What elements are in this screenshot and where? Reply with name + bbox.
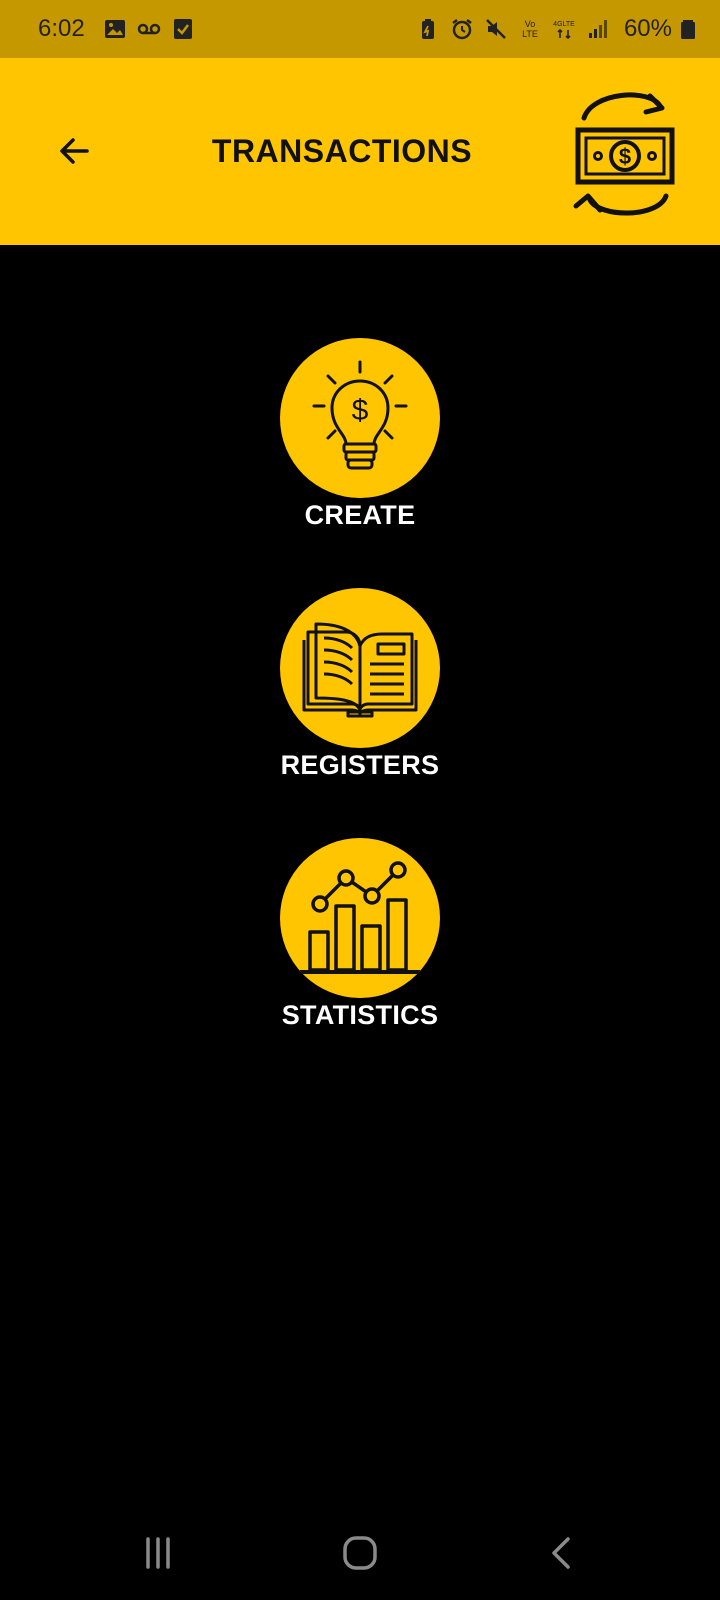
svg-text:Vo: Vo <box>525 19 536 29</box>
image-icon <box>104 20 125 38</box>
back-icon <box>552 1537 570 1569</box>
svg-text:$: $ <box>619 144 631 169</box>
voicemail-icon <box>137 23 160 35</box>
registers-button[interactable]: REGISTERS <box>260 588 460 781</box>
status-bar: 6:02 Vo LTE 4GLTE 60% <box>0 0 720 58</box>
money-exchange-icon: $ <box>573 92 675 216</box>
bar-chart-icon <box>300 861 420 974</box>
statistics-icon-circle[interactable] <box>280 838 440 998</box>
mute-icon <box>486 19 506 39</box>
nav-back-button[interactable] <box>532 1528 592 1578</box>
volte-icon: Vo LTE <box>522 19 538 39</box>
battery-percent: 60% <box>623 15 672 42</box>
battery-saver-icon <box>421 19 434 39</box>
registers-icon-circle[interactable] <box>280 588 440 748</box>
battery-icon <box>681 20 695 39</box>
statistics-button[interactable]: STATISTICS <box>260 838 460 1031</box>
home-button[interactable] <box>330 1528 390 1578</box>
status-time: 6:02 <box>38 15 85 42</box>
checkbox-icon <box>173 19 192 39</box>
svg-text:LTE: LTE <box>522 29 538 39</box>
signal-icon <box>588 20 607 38</box>
svg-text:4GLTE: 4GLTE <box>553 21 575 28</box>
create-label[interactable]: CREATE <box>305 500 416 531</box>
svg-text:$: $ <box>352 394 369 427</box>
status-right: Vo LTE 4GLTE 60% <box>416 15 700 43</box>
create-button[interactable]: $ CREATE <box>260 338 460 531</box>
lightbulb-dollar-icon: $ <box>312 360 408 470</box>
recent-apps-icon <box>146 1537 170 1569</box>
open-book-icon <box>302 622 418 718</box>
recent-apps-button[interactable] <box>128 1528 188 1578</box>
registers-label[interactable]: REGISTERS <box>281 750 440 781</box>
statistics-label[interactable]: STATISTICS <box>282 1000 439 1031</box>
app-bar: TRANSACTIONS $ <box>0 58 720 245</box>
alarm-icon <box>452 19 472 40</box>
system-nav-bar <box>0 1500 720 1600</box>
status-left: 6:02 <box>38 15 205 43</box>
home-icon <box>343 1536 377 1570</box>
4g-lte-icon: 4GLTE <box>553 21 575 40</box>
create-icon-circle[interactable]: $ <box>280 338 440 498</box>
